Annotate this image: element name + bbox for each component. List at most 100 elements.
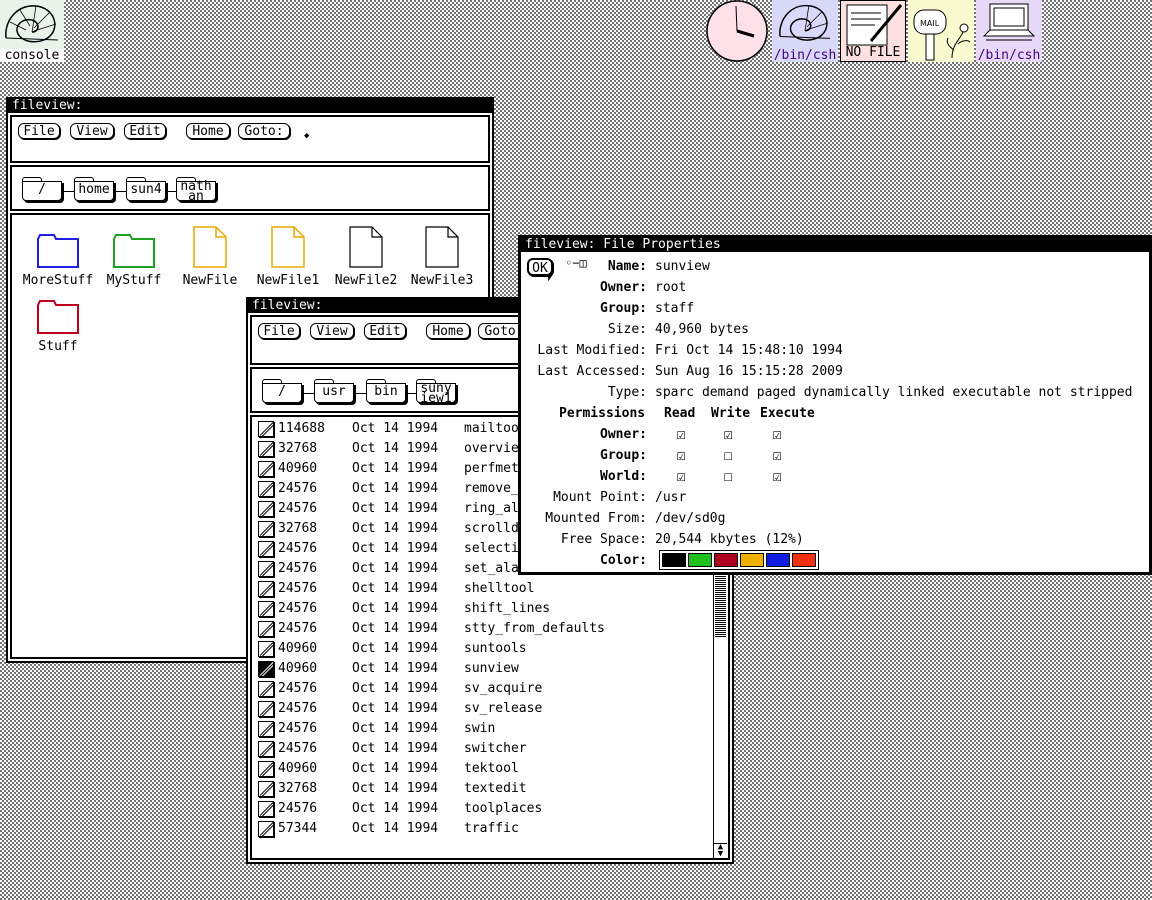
- executable-file-icon[interactable]: [258, 541, 274, 557]
- file-row[interactable]: 57344 Oct 14 1994 traffic: [256, 819, 726, 839]
- perm-owner-write-checkbox[interactable]: ☑: [720, 426, 736, 442]
- color-swatch[interactable]: [714, 553, 738, 567]
- path-root-folder[interactable]: /: [262, 379, 302, 403]
- perm-group-read-checkbox[interactable]: ☑: [673, 447, 689, 463]
- edit-menu-button[interactable]: Edit: [364, 323, 406, 339]
- file-row[interactable]: 24576 Oct 14 1994 sv_release: [256, 699, 726, 719]
- scroll-arrows-icon[interactable]: ▲ ▼: [714, 843, 727, 858]
- executable-file-icon[interactable]: [258, 481, 274, 497]
- file-newfile3[interactable]: NewFile3: [402, 225, 482, 288]
- file-row[interactable]: 24576 Oct 14 1994 shelltool: [256, 579, 726, 599]
- type-key: Type:: [607, 385, 647, 400]
- file-date: Oct 14 1994: [352, 741, 439, 756]
- executable-file-icon[interactable]: [258, 501, 274, 517]
- file-row[interactable]: 32768 Oct 14 1994 textedit: [256, 779, 726, 799]
- path-root-folder[interactable]: /: [22, 177, 62, 201]
- file-size: 114688: [278, 421, 325, 436]
- folder-mystuff[interactable]: MyStuff: [94, 233, 174, 288]
- file-row[interactable]: 24576 Oct 14 1994 stty_from_defaults: [256, 619, 726, 639]
- file-row[interactable]: 24576 Oct 14 1994 shift_lines: [256, 599, 726, 619]
- executable-file-icon[interactable]: [258, 781, 274, 797]
- executable-file-icon[interactable]: [258, 621, 274, 637]
- path-sun4-folder[interactable]: sun4: [126, 177, 166, 201]
- file-name: switcher: [464, 741, 527, 756]
- executable-file-icon[interactable]: [258, 461, 274, 477]
- path-sunview1-folder[interactable]: suny iew1: [416, 379, 456, 405]
- console-icon[interactable]: console: [0, 0, 64, 62]
- perm-group-write-checkbox[interactable]: ☐: [720, 447, 736, 463]
- file-size: 32768: [278, 521, 318, 536]
- file-row[interactable]: 40960 Oct 14 1994 tektool: [256, 759, 726, 779]
- perm-world-write-checkbox[interactable]: ☐: [720, 468, 736, 484]
- executable-file-icon[interactable]: [258, 701, 274, 717]
- view-menu-button[interactable]: View: [70, 123, 114, 139]
- file-row[interactable]: 24576 Oct 14 1994 sv_acquire: [256, 679, 726, 699]
- executable-file-icon[interactable]: [258, 521, 274, 537]
- file-row[interactable]: 24576 Oct 14 1994 toolplaces: [256, 799, 726, 819]
- perm-group-execute-checkbox[interactable]: ☑: [769, 447, 785, 463]
- file-row[interactable]: 24576 Oct 14 1994 swin: [256, 719, 726, 739]
- goto-button[interactable]: Goto:: [238, 123, 290, 139]
- executable-file-icon[interactable]: [258, 741, 274, 757]
- color-chooser[interactable]: [659, 550, 819, 570]
- perm-owner-execute-checkbox[interactable]: ☑: [769, 426, 785, 442]
- edit-menu-button[interactable]: Edit: [124, 123, 166, 139]
- file-menu-button[interactable]: File: [18, 123, 60, 139]
- folder-morestuff[interactable]: MoreStuff: [18, 233, 98, 288]
- home-button[interactable]: Home: [426, 323, 470, 339]
- executable-file-icon[interactable]: [258, 821, 274, 837]
- bin-csh-label: /bin/csh: [772, 48, 838, 63]
- home-button[interactable]: Home: [186, 123, 230, 139]
- mounted-from-key: Mounted From:: [545, 511, 647, 526]
- file-name: toolplaces: [464, 801, 543, 816]
- view-menu-button[interactable]: View: [310, 323, 354, 339]
- file-newfile1[interactable]: NewFile1: [248, 225, 328, 288]
- path-usr-folder[interactable]: usr: [314, 379, 354, 403]
- textedit-icon[interactable]: NO FILE: [840, 0, 906, 62]
- scrollbar-elevator[interactable]: [715, 567, 726, 637]
- executable-file-icon[interactable]: [258, 441, 274, 457]
- executable-file-icon[interactable]: [258, 721, 274, 737]
- file-newfile2[interactable]: NewFile2: [326, 225, 406, 288]
- window-title[interactable]: fileview:: [8, 99, 492, 113]
- owner-key: Owner:: [600, 280, 647, 295]
- clock-icon[interactable]: [704, 0, 770, 62]
- file-menu-button[interactable]: File: [258, 323, 300, 339]
- executable-file-icon[interactable]: [258, 421, 274, 437]
- executable-file-icon[interactable]: [258, 761, 274, 777]
- color-key: Color:: [600, 553, 647, 568]
- color-swatch[interactable]: [740, 553, 764, 567]
- executable-file-icon[interactable]: [258, 581, 274, 597]
- perm-world-read-checkbox[interactable]: ☑: [673, 468, 689, 484]
- executable-file-icon[interactable]: [258, 561, 274, 577]
- path-nathan-folder[interactable]: nath an: [176, 177, 216, 203]
- document-icon: [193, 226, 227, 268]
- file-row[interactable]: 40960 Oct 14 1994 suntools: [256, 639, 726, 659]
- color-swatch[interactable]: [662, 553, 686, 567]
- file-name: sv_acquire: [464, 681, 543, 696]
- mailtool-icon[interactable]: MAIL: [908, 0, 974, 62]
- folder-stuff[interactable]: Stuff: [18, 299, 98, 354]
- file-properties-window[interactable]: fileview: File Properties OK ➤ ◦−◫ Name:…: [518, 235, 1152, 575]
- perm-world-execute-checkbox[interactable]: ☑: [769, 468, 785, 484]
- file-row[interactable]: 24576 Oct 14 1994 switcher: [256, 739, 726, 759]
- shell-tool-icon[interactable]: /bin/csh: [772, 0, 838, 62]
- color-swatch[interactable]: [766, 553, 790, 567]
- file-newfile[interactable]: NewFile: [170, 225, 250, 288]
- shell-tool-icon-2[interactable]: /bin/csh: [976, 0, 1042, 62]
- executable-file-icon[interactable]: [258, 661, 274, 677]
- free-space-value: 20,544 kbytes (12%): [655, 532, 804, 547]
- mounted-from-value: /dev/sd0g: [655, 511, 726, 526]
- executable-file-icon[interactable]: [258, 601, 274, 617]
- path-home-folder[interactable]: home: [74, 177, 114, 201]
- executable-file-icon[interactable]: [258, 801, 274, 817]
- perm-owner-read-checkbox[interactable]: ☑: [673, 426, 689, 442]
- color-swatch[interactable]: [792, 553, 816, 567]
- color-swatch[interactable]: [688, 553, 712, 567]
- executable-file-icon[interactable]: [258, 681, 274, 697]
- path-bin-folder[interactable]: bin: [366, 379, 406, 403]
- window-title[interactable]: fileview: File Properties: [521, 238, 1149, 252]
- file-name: shift_lines: [464, 601, 551, 616]
- executable-file-icon[interactable]: [258, 641, 274, 657]
- file-row[interactable]: 40960 Oct 14 1994 sunview: [256, 659, 726, 679]
